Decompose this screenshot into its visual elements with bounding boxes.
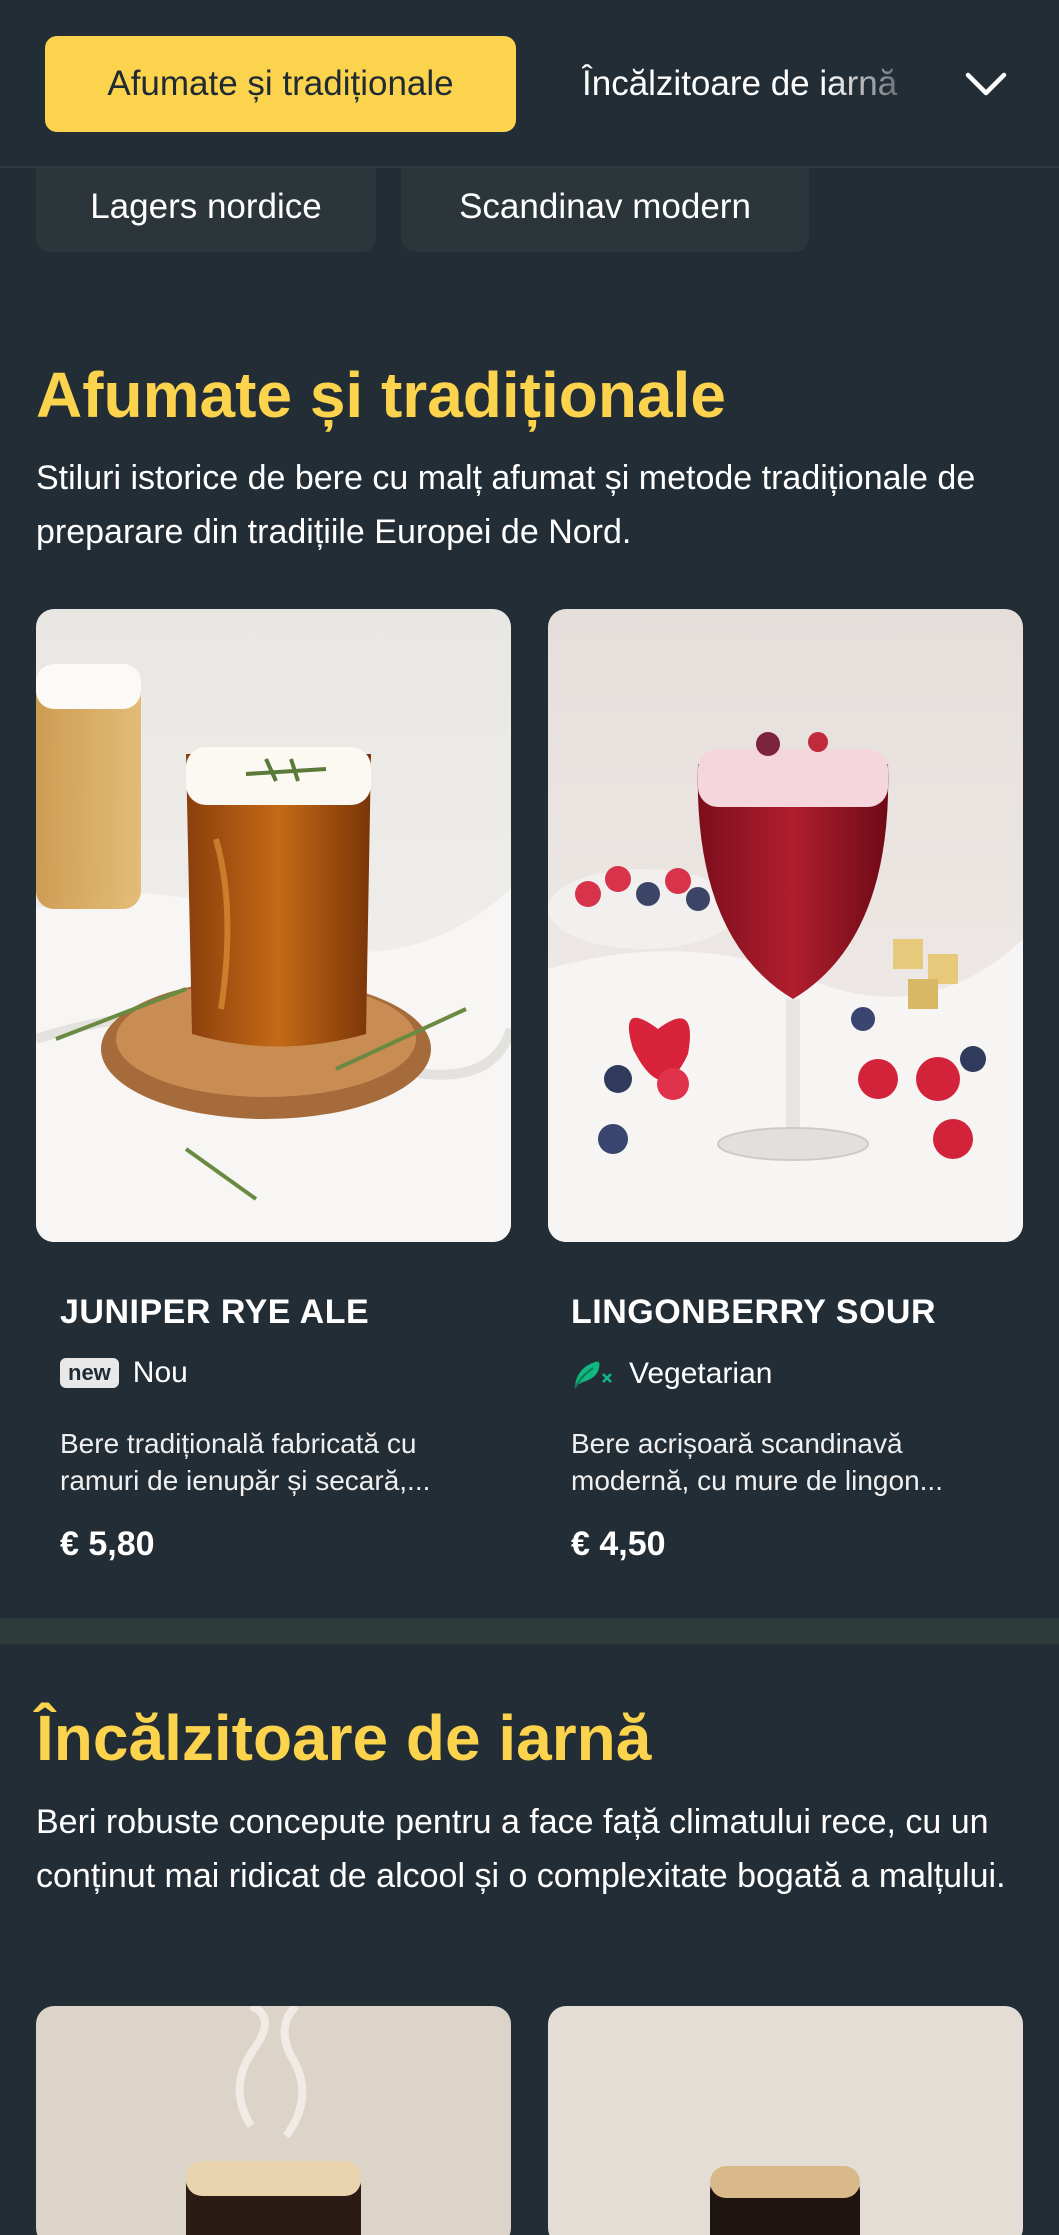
tab-label: Încălzitoare de iarnă [582,64,898,103]
section-divider [0,1618,1059,1644]
product-name: LINGONBERRY SOUR [571,1293,937,1331]
chevron-down-icon[interactable] [960,58,1012,110]
tab-incalzitoare-de-iarna[interactable]: Încălzitoare de iarnă [582,36,932,132]
category-tab-bar: Afumate și tradiționale Încălzitoare de … [0,0,1059,168]
product-name: JUNIPER RYE ALE [60,1293,370,1331]
tab-label: Afumate și tradiționale [107,64,454,103]
section-title: Afumate și tradiționale [36,359,726,431]
product-description: Bere acrișoară scandinavă modernă, cu mu… [571,1428,943,1496]
product-image-winter-2[interactable] [548,2006,1023,2235]
product-description: Bere tradițională fabricată cu ramuri de… [60,1428,431,1496]
new-badge: new [60,1358,119,1388]
tag-label: Nou [132,1356,188,1389]
product-image-winter-1[interactable] [36,2006,511,2235]
vegetarian-leaf-icon [571,1356,615,1392]
product-tag: Vegetarian [571,1356,772,1392]
product-price: € 5,80 [60,1525,155,1563]
chip-label: Lagers nordice [90,187,322,226]
section-description: Stiluri istorice de bere cu malț afumat … [36,459,976,551]
product-tag: new Nou [60,1356,188,1390]
section-description: Beri robuste concepute pentru a face faț… [36,1803,1006,1895]
product-image-lingonberry-sour[interactable] [548,609,1023,1242]
product-price: € 4,50 [571,1525,666,1563]
menu-page: Lagers nordice Scandinav modern Afumate … [0,0,1059,2235]
product-image-juniper-rye-ale[interactable] [36,609,511,1242]
chip-label: Scandinav modern [459,187,751,226]
section-title: Încălzitoare de iarnă [36,1702,652,1774]
tab-afumate-traditionale[interactable]: Afumate și tradiționale [45,36,516,132]
tag-label: Vegetarian [629,1357,773,1390]
